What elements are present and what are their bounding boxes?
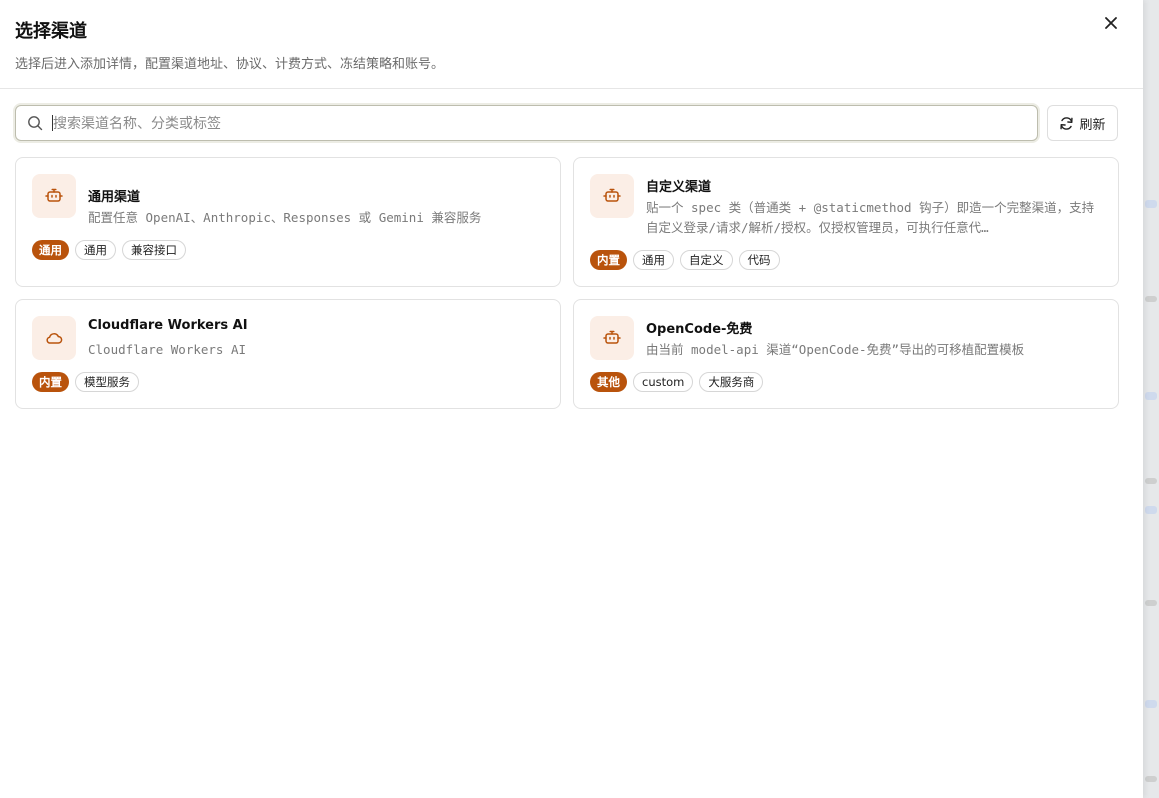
category-badge: 通用 bbox=[32, 240, 69, 260]
card-icon-box bbox=[590, 316, 634, 360]
bot-icon bbox=[603, 330, 621, 344]
refresh-label: 刷新 bbox=[1079, 117, 1106, 133]
search-icon bbox=[28, 116, 43, 131]
card-name: 通用渠道 bbox=[88, 190, 141, 205]
card-name: Cloudflare Workers AI bbox=[88, 318, 248, 333]
bot-icon bbox=[603, 188, 621, 202]
text-caret bbox=[52, 115, 53, 131]
card-icon-box bbox=[32, 316, 76, 360]
bot-icon bbox=[45, 188, 63, 202]
card-tags: 内置 通用 自定义 代码 bbox=[590, 250, 780, 270]
channel-card-opencode[interactable]: OpenCode-免费 由当前 model-api 渠道“OpenCode-免费… bbox=[573, 299, 1119, 409]
refresh-icon bbox=[1060, 116, 1074, 130]
tag: 通用 bbox=[633, 250, 674, 270]
tag: 模型服务 bbox=[75, 372, 139, 392]
dialog-header: 选择渠道 选择后进入添加详情，配置渠道地址、协议、计费方式、冻结策略和账号。 bbox=[0, 0, 1143, 89]
card-name: 自定义渠道 bbox=[646, 180, 712, 195]
card-description: Cloudflare Workers AI bbox=[88, 342, 247, 357]
channel-card-generic[interactable]: 通用渠道 配置任意 OpenAI、Anthropic、Responses 或 G… bbox=[15, 157, 561, 287]
card-description: 配置任意 OpenAI、Anthropic、Responses 或 Gemini… bbox=[88, 210, 482, 225]
tag: 通用 bbox=[75, 240, 116, 260]
close-icon bbox=[1105, 17, 1117, 29]
category-badge: 其他 bbox=[590, 372, 627, 392]
card-description: 贴一个 spec 类（普通类 + @staticmethod 钩子）即造一个完整… bbox=[646, 200, 1095, 235]
card-name: OpenCode-免费 bbox=[646, 322, 753, 337]
channel-card-custom[interactable]: 自定义渠道 贴一个 spec 类（普通类 + @staticmethod 钩子）… bbox=[573, 157, 1119, 287]
card-tags: 其他 custom 大服务商 bbox=[590, 372, 764, 392]
category-badge: 内置 bbox=[590, 250, 627, 270]
card-tags: 内置 模型服务 bbox=[32, 372, 139, 392]
card-description: 由当前 model-api 渠道“OpenCode-免费”导出的可移植配置模板 bbox=[646, 342, 1025, 357]
card-icon-box bbox=[32, 174, 76, 218]
card-icon-box bbox=[590, 174, 634, 218]
dialog-title: 选择渠道 bbox=[15, 21, 87, 42]
channel-card-cloudflare[interactable]: Cloudflare Workers AI Cloudflare Workers… bbox=[15, 299, 561, 409]
tag: 大服务商 bbox=[699, 372, 764, 392]
tag: custom bbox=[633, 372, 694, 392]
tag: 自定义 bbox=[680, 250, 733, 270]
card-tags: 通用 通用 兼容接口 bbox=[32, 240, 186, 260]
search-box bbox=[15, 105, 1038, 142]
category-badge: 内置 bbox=[32, 372, 69, 392]
tag: 代码 bbox=[738, 250, 780, 270]
cloud-icon bbox=[46, 333, 63, 344]
refresh-button[interactable]: 刷新 bbox=[1047, 105, 1118, 141]
select-channel-dialog: 选择渠道 选择后进入添加详情，配置渠道地址、协议、计费方式、冻结策略和账号。 刷… bbox=[0, 0, 1143, 798]
search-input[interactable] bbox=[51, 106, 1025, 142]
dialog-subtitle: 选择后进入添加详情，配置渠道地址、协议、计费方式、冻结策略和账号。 bbox=[15, 57, 445, 72]
background-page-strip bbox=[1143, 0, 1159, 798]
close-button[interactable] bbox=[1100, 12, 1122, 34]
tag: 兼容接口 bbox=[122, 240, 186, 260]
